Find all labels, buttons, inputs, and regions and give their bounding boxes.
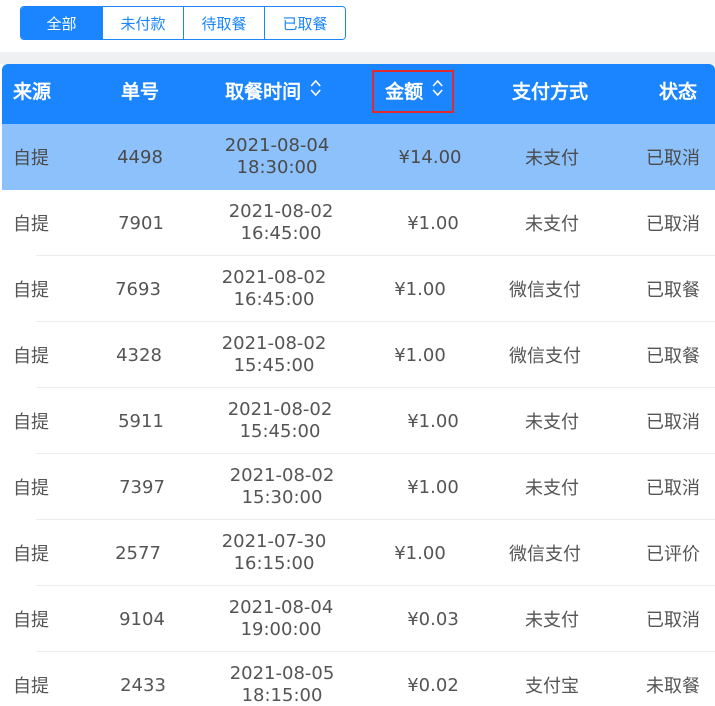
amount-highlight-box — [372, 70, 454, 113]
cell-status: 已评价 — [646, 544, 700, 565]
cell-source: 自提 — [13, 280, 49, 301]
table-row[interactable]: 自提 7693 2021-08-02 16:45:00 ¥1.00 微信支付 已取餐 — [2, 256, 715, 322]
section-divider — [0, 52, 715, 64]
cell-payment: 支付宝 — [525, 676, 579, 697]
pickup-clock: 16:45:00 — [240, 223, 322, 244]
pickup-clock: 15:45:00 — [239, 421, 321, 442]
cell-payment: 微信支付 — [509, 544, 581, 565]
cell-pickup-time: 2021-08-04 18:30:00 — [207, 124, 347, 190]
cell-pickup-time: 2021-07-30 16:15:00 — [204, 520, 344, 586]
pickup-date: 2021-08-02 — [229, 465, 335, 486]
cell-payment: 未支付 — [525, 610, 579, 631]
cell-pickup-time: 2021-08-02 16:45:00 — [204, 256, 344, 322]
cell-pickup-time: 2021-08-05 18:15:00 — [212, 652, 352, 706]
pickup-date: 2021-08-02 — [228, 201, 334, 222]
cell-order-no: 2433 — [120, 674, 166, 696]
cell-amount: ¥1.00 — [407, 476, 459, 498]
cell-pickup-time: 2021-08-02 16:45:00 — [211, 190, 351, 256]
pickup-clock: 19:00:00 — [240, 619, 322, 640]
pickup-clock: 15:45:00 — [233, 355, 315, 376]
orders-table: 来源 单号 取餐时间 金额 支付方式 状态 自提 4498 2021-08-04 18… — [2, 64, 715, 706]
pickup-date: 2021-08-02 — [221, 267, 327, 288]
pickup-date: 2021-08-04 — [224, 135, 330, 156]
pickup-clock: 18:30:00 — [236, 157, 318, 178]
cell-pickup-time: 2021-08-02 15:45:00 — [204, 322, 344, 388]
pickup-clock: 15:30:00 — [241, 487, 323, 508]
cell-status: 已取消 — [646, 610, 700, 631]
cell-pickup-time: 2021-08-02 15:45:00 — [210, 388, 350, 454]
cell-order-no: 7693 — [115, 278, 161, 300]
cell-source: 自提 — [13, 214, 49, 235]
cell-amount: ¥1.00 — [394, 278, 446, 300]
cell-source: 自提 — [13, 346, 49, 367]
cell-order-no: 4498 — [117, 146, 163, 168]
cell-pickup-time: 2021-08-02 15:30:00 — [212, 454, 352, 520]
pickup-clock: 16:45:00 — [233, 289, 315, 310]
table-row[interactable]: 自提 5911 2021-08-02 15:45:00 ¥1.00 未支付 已取消 — [2, 388, 715, 454]
cell-amount: ¥1.00 — [394, 344, 446, 366]
cell-amount: ¥0.02 — [407, 674, 459, 696]
cell-order-no: 7397 — [119, 476, 165, 498]
cell-order-no: 7901 — [118, 212, 164, 234]
table-row[interactable]: 自提 7397 2021-08-02 15:30:00 ¥1.00 未支付 已取消 — [2, 454, 715, 520]
cell-order-no: 9104 — [119, 608, 165, 630]
tab-all[interactable]: 全部 — [21, 7, 102, 39]
table-row[interactable]: 自提 7901 2021-08-02 16:45:00 ¥1.00 未支付 已取消 — [2, 190, 715, 256]
pickup-date: 2021-08-02 — [221, 333, 327, 354]
cell-amount: ¥14.00 — [398, 146, 462, 168]
cell-source: 自提 — [13, 610, 49, 631]
cell-payment: 未支付 — [525, 478, 579, 499]
column-header-order-no: 单号 — [120, 81, 160, 103]
order-filter-tabs: 全部 未付款 待取餐 已取餐 — [20, 6, 346, 40]
table-row[interactable]: 自提 4498 2021-08-04 18:30:00 ¥14.00 未支付 已取消 — [2, 124, 715, 190]
cell-status: 已取消 — [646, 148, 700, 169]
cell-source: 自提 — [13, 544, 49, 565]
column-header-source: 来源 — [13, 81, 52, 103]
cell-status: 已取餐 — [646, 280, 700, 301]
cell-status: 已取消 — [646, 412, 700, 433]
table-row[interactable]: 自提 2577 2021-07-30 16:15:00 ¥1.00 微信支付 已评价 — [2, 520, 715, 586]
pickup-clock: 16:15:00 — [233, 553, 315, 574]
cell-order-no: 4328 — [116, 344, 162, 366]
table-row[interactable]: 自提 2433 2021-08-05 18:15:00 ¥0.02 支付宝 未取餐 — [2, 652, 715, 706]
cell-status: 已取消 — [646, 214, 700, 235]
tab-pending-pickup[interactable]: 待取餐 — [183, 7, 264, 39]
column-header-pickup-time[interactable]: 取餐时间 — [225, 64, 321, 124]
cell-order-no: 5911 — [118, 410, 164, 432]
cell-status: 已取消 — [646, 478, 700, 499]
pickup-clock: 18:15:00 — [241, 685, 323, 706]
pickup-date: 2021-08-04 — [228, 597, 334, 618]
table-row[interactable]: 自提 9104 2021-08-04 19:00:00 ¥0.03 未支付 已取消 — [2, 586, 715, 652]
cell-amount: ¥0.03 — [407, 608, 459, 630]
cell-amount: ¥1.00 — [407, 410, 459, 432]
cell-status: 已取餐 — [646, 346, 700, 367]
cell-payment: 未支付 — [525, 214, 579, 235]
cell-order-no: 2577 — [115, 542, 161, 564]
cell-source: 自提 — [13, 676, 49, 697]
sort-updown-icon[interactable] — [310, 64, 321, 119]
cell-payment: 未支付 — [525, 148, 579, 169]
column-header-payment: 支付方式 — [511, 81, 589, 103]
cell-amount: ¥1.00 — [394, 542, 446, 564]
cell-status: 未取餐 — [646, 676, 700, 697]
cell-source: 自提 — [13, 412, 49, 433]
cell-amount: ¥1.00 — [407, 212, 459, 234]
pickup-date: 2021-08-02 — [227, 399, 333, 420]
tab-unpaid[interactable]: 未付款 — [102, 7, 183, 39]
table-row[interactable]: 自提 4328 2021-08-02 15:45:00 ¥1.00 微信支付 已取餐 — [2, 322, 715, 388]
pickup-date: 2021-07-30 — [221, 531, 327, 552]
pickup-date: 2021-08-05 — [229, 663, 335, 684]
table-header: 来源 单号 取餐时间 金额 支付方式 状态 — [2, 64, 715, 124]
cell-payment: 未支付 — [525, 412, 579, 433]
cell-payment: 微信支付 — [509, 280, 581, 301]
tab-picked-up[interactable]: 已取餐 — [264, 7, 345, 39]
column-header-status: 状态 — [658, 81, 698, 103]
cell-source: 自提 — [13, 148, 49, 169]
pickup-time-label: 取餐时间 — [225, 81, 302, 103]
cell-payment: 微信支付 — [509, 346, 581, 367]
cell-pickup-time: 2021-08-04 19:00:00 — [211, 586, 351, 652]
cell-source: 自提 — [13, 478, 49, 499]
